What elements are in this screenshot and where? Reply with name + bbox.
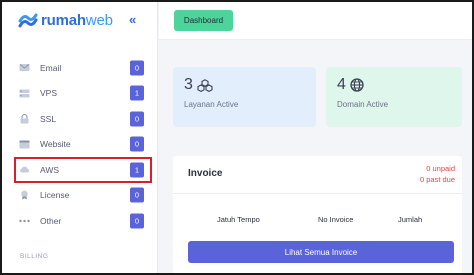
sidebar-item-license[interactable]: License 0	[2, 183, 158, 209]
sidebar-item-ssl[interactable]: SSL 0	[2, 106, 158, 132]
count-badge: 0	[130, 60, 144, 76]
brand-logo[interactable]: rumahweb	[18, 10, 113, 30]
divider	[173, 193, 462, 194]
brand-name: rumahweb	[41, 12, 113, 29]
sidebar-item-label: License	[40, 190, 70, 201]
invoice-panel: Invoice 0 unpaid 0 past due Jatuh Tempo …	[173, 156, 462, 273]
stat-number: 3	[184, 76, 193, 93]
count-badge: 0	[130, 213, 144, 229]
column-header-amount: Jumlah	[398, 215, 423, 224]
invoice-title: Invoice	[188, 168, 223, 179]
column-header-invoice-number: No Invoice	[318, 215, 354, 224]
brand-name-bold: rumah	[41, 11, 86, 29]
count-badge: 0	[130, 187, 144, 203]
sidebar-item-aws[interactable]: AWS 1	[14, 157, 152, 183]
server-icon	[19, 89, 30, 98]
cubes-icon	[197, 78, 213, 92]
count-badge: 0	[130, 111, 144, 127]
sidebar: rumahweb « Email 0 VPS 1 SSL 0 Website 0…	[2, 2, 158, 273]
count-badge: 1	[130, 162, 144, 178]
count-badge: 1	[130, 85, 144, 101]
column-header-due-date: Jatuh Tempo	[217, 215, 260, 224]
sidebar-item-website[interactable]: Website 0	[2, 132, 158, 158]
count-badge: 0	[130, 136, 144, 152]
stat-number: 4	[337, 76, 346, 93]
sidebar-item-vps[interactable]: VPS 1	[2, 81, 158, 107]
lock-icon	[19, 113, 30, 124]
rumahweb-logo-icon	[18, 13, 38, 28]
sidebar-menu: Email 0 VPS 1 SSL 0 Website 0 AWS 1 Lice…	[2, 55, 158, 234]
more-icon	[19, 216, 30, 225]
sidebar-item-label: Website	[40, 139, 71, 150]
dashboard-button[interactable]: Dashboard	[174, 10, 233, 31]
sidebar-item-label: Email	[40, 62, 62, 73]
topbar: Dashboard	[159, 2, 472, 40]
sidebar-item-email[interactable]: Email 0	[2, 55, 158, 81]
past-due-count: 0 past due	[419, 175, 455, 184]
stat-card-domain[interactable]: 4 Domain Active	[326, 67, 462, 127]
sidebar-item-label: AWS	[40, 164, 60, 175]
stat-value: 3	[184, 76, 213, 94]
sidebar-item-label: VPS	[40, 88, 58, 99]
stat-card-layanan[interactable]: 3 Layanan Active	[173, 67, 316, 127]
sidebar-item-label: SSL	[40, 113, 57, 124]
stat-caption: Domain Active	[337, 100, 389, 109]
stat-caption: Layanan Active	[184, 100, 239, 109]
license-icon	[19, 190, 30, 200]
window-icon	[19, 140, 30, 149]
view-all-invoices-button[interactable]: Lihat Semua Invoice	[188, 241, 454, 263]
sidebar-item-other[interactable]: Other 0	[2, 208, 158, 234]
stat-value: 4	[337, 76, 364, 94]
globe-icon	[350, 78, 364, 92]
sidebar-item-label: Other	[40, 215, 62, 226]
cloud-icon	[19, 165, 30, 174]
unpaid-count: 0 unpaid	[426, 164, 455, 173]
email-icon	[19, 63, 30, 72]
section-heading-billing: BILLING	[20, 253, 49, 260]
app-frame: rumahweb « Email 0 VPS 1 SSL 0 Website 0…	[0, 0, 474, 275]
collapse-sidebar-icon[interactable]: «	[129, 12, 136, 28]
brand-name-light: web	[85, 11, 113, 29]
